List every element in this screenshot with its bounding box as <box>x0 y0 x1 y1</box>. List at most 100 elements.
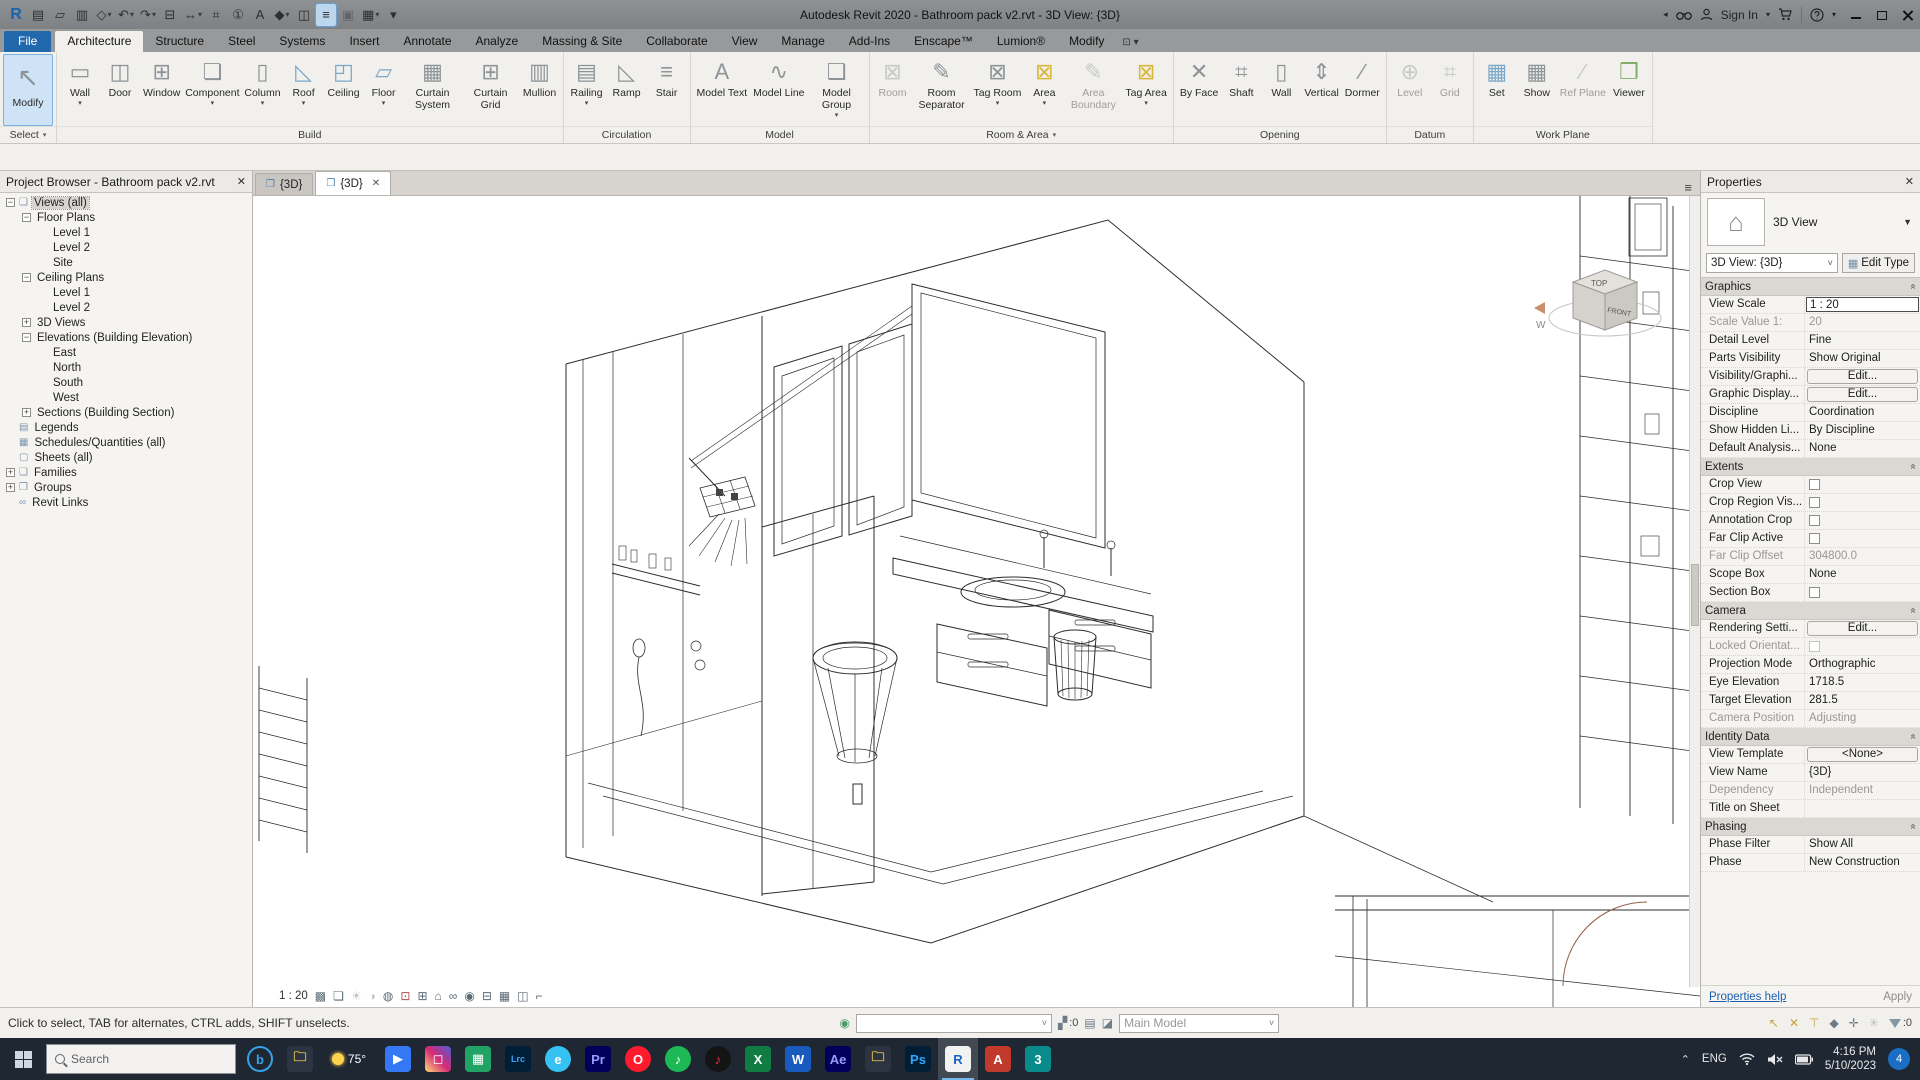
dropdown-caret-icon[interactable]: ▾ <box>375 10 379 19</box>
shadows-icon[interactable]: ◑ <box>369 989 376 1003</box>
taskbar-app-lightroom[interactable]: Lrc <box>498 1038 538 1080</box>
taskbar-app-revit[interactable]: R <box>938 1038 978 1080</box>
project-browser-close-icon[interactable]: ✕ <box>237 175 246 188</box>
tree-item-3d-views[interactable]: +3D Views <box>0 315 252 330</box>
taskbar-app-folder[interactable]: 🗀 <box>858 1038 898 1080</box>
worksets-icon[interactable]: ▞:0 <box>1058 1016 1078 1030</box>
displaced-elements-icon[interactable]: ◫ <box>517 989 528 1003</box>
dropdown-caret-icon[interactable]: ▾ <box>835 112 839 119</box>
collapse-icon[interactable]: − <box>22 213 31 222</box>
constraints-icon[interactable]: ⌐ <box>536 989 543 1003</box>
ribbon-button-curtain-system[interactable]: ▦ Curtain System <box>404 54 462 126</box>
property-value[interactable]: Independent <box>1805 782 1920 799</box>
settings-gear-icon[interactable]: ✳ <box>1869 1016 1879 1030</box>
tree-item-sections-building-section[interactable]: + Sections (Building Section) <box>0 405 252 420</box>
checkbox[interactable] <box>1809 587 1820 598</box>
workset-status-icon[interactable]: ◉ <box>839 1016 849 1030</box>
dropdown-caret-icon[interactable]: ▾ <box>78 100 82 107</box>
collapse-icon[interactable]: − <box>22 333 31 342</box>
taskbar-app-video-app[interactable]: ▶ <box>378 1038 418 1080</box>
panel-caret-icon[interactable]: ▾ <box>1053 131 1057 139</box>
property-value[interactable] <box>1805 638 1920 655</box>
taskbar-app-cortana[interactable]: b <box>240 1038 280 1080</box>
dropdown-caret-icon[interactable]: ▾ <box>198 10 202 19</box>
checkbox[interactable] <box>1809 533 1820 544</box>
ribbon-tab-systems[interactable]: Systems <box>267 31 337 52</box>
properties-close-icon[interactable]: ✕ <box>1905 175 1914 188</box>
property-value[interactable]: Adjusting <box>1805 710 1920 727</box>
drag-on-selection-icon[interactable]: ✛ <box>1849 1016 1859 1030</box>
property-value[interactable]: Show All <box>1805 836 1920 853</box>
taskbar-app-photoshop[interactable]: Ps <box>898 1038 938 1080</box>
dropdown-caret-icon[interactable]: ▾ <box>211 100 215 107</box>
exclude-options-icon[interactable]: ✕ <box>1789 1016 1799 1030</box>
tree-item-level-2[interactable]: Level 2 <box>0 240 252 255</box>
customize-qat-icon[interactable]: ▾ <box>383 4 403 26</box>
design-options-icon[interactable]: ◪ <box>1102 1016 1113 1030</box>
vertical-scrollbar[interactable] <box>1689 196 1700 987</box>
battery-icon[interactable] <box>1794 1053 1813 1065</box>
notification-badge[interactable]: 4 <box>1888 1048 1910 1070</box>
ribbon-button-curtain-grid[interactable]: ⊞ Curtain Grid <box>462 54 520 126</box>
language-indicator[interactable]: ENG <box>1702 1053 1727 1065</box>
worksets-dialog-icon[interactable]: ▤ <box>1084 1016 1095 1030</box>
property-value[interactable]: Orthographic <box>1805 656 1920 673</box>
expand-icon[interactable]: + <box>22 318 31 327</box>
collapse-chevron-icon[interactable]: « <box>1908 284 1919 290</box>
ribbon-button-room-separator[interactable]: ✎ Room Separator <box>913 54 971 126</box>
property-value[interactable] <box>1805 512 1920 529</box>
close-hidden-windows-icon[interactable]: ▣ <box>338 4 358 26</box>
taskbar-app-file-explorer[interactable]: 🗀 <box>280 1038 320 1080</box>
ribbon-tab-collaborate[interactable]: Collaborate <box>634 31 719 52</box>
tree-item-level-2[interactable]: Level 2 <box>0 300 252 315</box>
ribbon-button-dormer[interactable]: ∕ Dormer <box>1342 54 1383 126</box>
taskbar-app-spotify[interactable]: ♪ <box>658 1038 698 1080</box>
thin-lines-icon[interactable]: ≡ <box>315 2 338 27</box>
checkbox[interactable] <box>1809 515 1820 526</box>
ribbon-tab-analyze[interactable]: Analyze <box>464 31 531 52</box>
main-model-combo[interactable]: Main Model ˅ <box>1119 1013 1280 1033</box>
ribbon-button-area[interactable]: ⊠ Area ▾ <box>1024 54 1064 126</box>
tree-item-sheets-all[interactable]: ▢ Sheets (all) <box>0 450 252 465</box>
hide-isolate-icon[interactable]: ∞ <box>449 989 458 1003</box>
restore-button[interactable] <box>1876 9 1888 21</box>
tree-item-east[interactable]: East <box>0 345 252 360</box>
ribbon-button-set[interactable]: ▦ Set <box>1477 54 1517 126</box>
tree-item-families[interactable]: + ❑ Families <box>0 465 252 480</box>
select-links-icon[interactable]: ↖ <box>1769 1016 1779 1030</box>
collapse-chevron-icon[interactable]: « <box>1908 464 1919 470</box>
checkbox[interactable] <box>1809 641 1820 652</box>
taskbar-app-premiere[interactable]: Pr <box>578 1038 618 1080</box>
aligned-dimension-icon[interactable]: ⌗ <box>206 4 226 26</box>
tree-item-groups[interactable]: + ❒ Groups <box>0 480 252 495</box>
select-pinned-icon[interactable]: ⊤ <box>1809 1016 1819 1030</box>
ribbon-tab-lumion[interactable]: Lumion® <box>985 31 1057 52</box>
dropdown-caret-icon[interactable]: ▾ <box>130 10 134 19</box>
sign-in-button[interactable]: Sign In <box>1721 8 1758 22</box>
value-input[interactable]: 1 : 20 <box>1806 297 1919 312</box>
property-value[interactable]: New Construction <box>1805 854 1920 871</box>
dropdown-caret-icon[interactable]: ▾ <box>302 100 306 107</box>
tag-icon[interactable]: ① <box>228 4 248 26</box>
ribbon-tab-structure[interactable]: Structure <box>143 31 216 52</box>
search-binoculars-icon[interactable] <box>1675 9 1692 21</box>
ribbon-tab-enscape[interactable]: Enscape™ <box>902 31 985 52</box>
dropdown-caret-icon[interactable]: ▾ <box>585 100 589 107</box>
collapse-chevron-icon[interactable]: « <box>1908 734 1919 740</box>
view-tab-2[interactable]: ❒ {3D} ✕ <box>315 171 392 195</box>
ribbon-button-viewer[interactable]: ❒ Viewer <box>1609 54 1649 126</box>
property-value[interactable]: Coordination <box>1805 404 1920 421</box>
value-button[interactable]: Edit... <box>1807 369 1918 384</box>
ribbon-tab-massing-site[interactable]: Massing & Site <box>530 31 634 52</box>
expand-icon[interactable]: + <box>22 408 31 417</box>
ribbon-tab-architecture[interactable]: Architecture <box>55 31 144 52</box>
properties-help-link[interactable]: Properties help <box>1709 991 1786 1003</box>
property-value[interactable]: 281.5 <box>1805 692 1920 709</box>
ribbon-button-vertical[interactable]: ⇕ Vertical <box>1301 54 1341 126</box>
taskbar-app-instagram[interactable]: ◻ <box>418 1038 458 1080</box>
property-value[interactable] <box>1805 476 1920 493</box>
ribbon-button-model-line[interactable]: ∿ Model Line <box>750 54 807 126</box>
panel-label-select[interactable]: Select ▾ <box>0 126 56 143</box>
measure-icon[interactable]: ↔ ▾ <box>182 4 204 26</box>
value-button[interactable]: <None> <box>1807 747 1918 762</box>
